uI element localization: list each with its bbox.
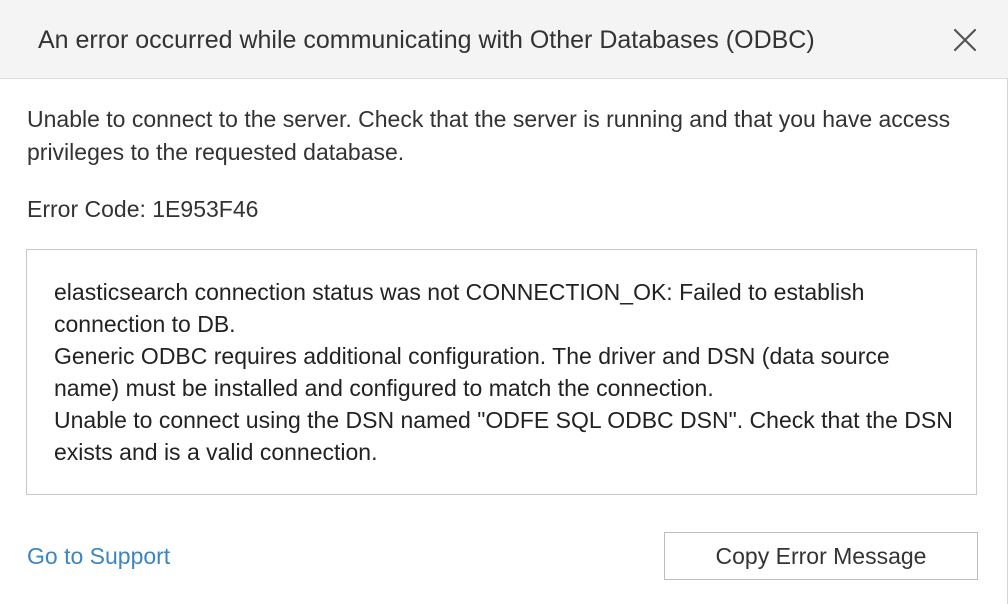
error-dialog: An error occurred while communicating wi… (0, 0, 1008, 604)
dialog-header: An error occurred while communicating wi… (0, 0, 1008, 79)
dialog-title: An error occurred while communicating wi… (38, 26, 815, 54)
error-code: Error Code: 1E953F46 (27, 196, 259, 222)
close-icon (953, 28, 977, 52)
error-message: Unable to connect to the server. Check t… (27, 106, 951, 165)
copy-error-message-button[interactable]: Copy Error Message (664, 532, 978, 580)
details-line-odbc-config: Generic ODBC requires additional configu… (54, 343, 890, 401)
close-button[interactable] (949, 24, 981, 56)
details-line-dsn: Unable to connect using the DSN named "O… (54, 407, 953, 465)
go-to-support-link[interactable]: Go to Support (27, 540, 170, 572)
details-line-connection: elasticsearch connection status was not … (54, 279, 865, 337)
error-details-text[interactable]: elasticsearch connection status was not … (54, 276, 954, 468)
error-details-box[interactable]: elasticsearch connection status was not … (26, 249, 977, 495)
